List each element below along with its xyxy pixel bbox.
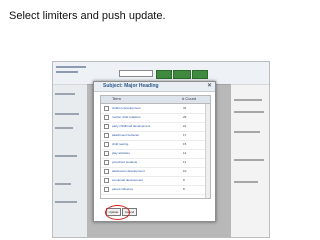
column-header-count[interactable]: # Count bbox=[182, 96, 196, 101]
term-label[interactable]: early childhood development bbox=[112, 124, 150, 128]
sidebar-line bbox=[55, 155, 77, 157]
term-label[interactable]: parent influence bbox=[112, 187, 133, 191]
term-count: 21 bbox=[183, 124, 187, 128]
term-label[interactable]: preschool students bbox=[112, 160, 137, 164]
term-label[interactable]: child rearing bbox=[112, 142, 128, 146]
term-row[interactable]: parent influence 8 bbox=[101, 185, 210, 195]
sidebar-line bbox=[55, 113, 79, 115]
panel-line bbox=[234, 181, 258, 183]
term-list-scrollbar[interactable] bbox=[205, 104, 210, 198]
term-count: 31 bbox=[183, 106, 187, 110]
right-panel bbox=[231, 85, 269, 237]
term-count: 29 bbox=[183, 115, 187, 119]
dialog-title: Subject: Major Heading bbox=[103, 83, 159, 89]
term-checkbox[interactable] bbox=[104, 187, 109, 192]
term-checkbox[interactable] bbox=[104, 124, 109, 129]
term-count: 12 bbox=[183, 151, 187, 155]
term-checkbox[interactable] bbox=[104, 178, 109, 183]
term-label[interactable]: attachment behavior bbox=[112, 133, 139, 137]
search-input[interactable] bbox=[119, 70, 153, 77]
toolbar-button[interactable] bbox=[192, 70, 208, 79]
term-count: 8 bbox=[183, 187, 185, 191]
sidebar-line bbox=[55, 201, 77, 203]
term-list: Term # Count children development 31 mot… bbox=[100, 95, 211, 199]
term-checkbox[interactable] bbox=[104, 115, 109, 120]
term-checkbox[interactable] bbox=[104, 106, 109, 111]
term-checkbox[interactable] bbox=[104, 133, 109, 138]
term-checkbox[interactable] bbox=[104, 151, 109, 156]
toolbar-button[interactable] bbox=[173, 70, 191, 79]
panel-line bbox=[234, 159, 264, 161]
term-label[interactable]: play activities bbox=[112, 151, 130, 155]
sidebar-line bbox=[55, 183, 71, 185]
term-count: 9 bbox=[183, 178, 185, 182]
dialog-header: Subject: Major Heading ✕ bbox=[94, 82, 215, 92]
term-checkbox[interactable] bbox=[104, 160, 109, 165]
term-label[interactable]: mother child relations bbox=[112, 115, 141, 119]
term-list-header: Term # Count bbox=[101, 96, 210, 104]
column-header-term[interactable]: Term bbox=[112, 96, 121, 101]
instruction-text: Select limiters and push update. bbox=[9, 10, 166, 22]
sidebar-line bbox=[55, 93, 75, 95]
panel-line bbox=[234, 99, 262, 101]
term-checkbox[interactable] bbox=[104, 142, 109, 147]
close-icon[interactable]: ✕ bbox=[207, 82, 212, 89]
toolbar-text-line bbox=[56, 71, 78, 73]
term-count: 17 bbox=[183, 133, 187, 137]
panel-line bbox=[234, 111, 264, 113]
update-button-highlight-circle bbox=[105, 205, 130, 220]
term-label[interactable]: children development bbox=[112, 106, 141, 110]
term-count: 11 bbox=[183, 160, 187, 164]
panel-line bbox=[234, 131, 260, 133]
term-label[interactable]: emotional development bbox=[112, 178, 143, 182]
sidebar-line bbox=[55, 127, 73, 129]
subject-limiter-dialog: Subject: Major Heading ✕ Term # Count ch… bbox=[93, 81, 216, 222]
toolbar-text-line bbox=[56, 66, 86, 68]
search-button[interactable] bbox=[156, 70, 172, 79]
term-label[interactable]: adolescent development bbox=[112, 169, 145, 173]
term-count: 15 bbox=[183, 142, 187, 146]
term-checkbox[interactable] bbox=[104, 169, 109, 174]
left-sidebar bbox=[53, 85, 87, 237]
term-count: 10 bbox=[183, 169, 187, 173]
